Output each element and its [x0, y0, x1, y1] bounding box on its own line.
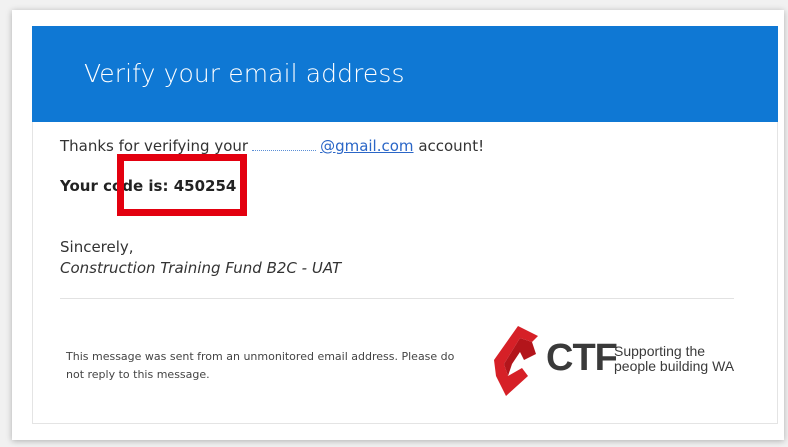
footer-note: This message was sent from an unmonitore…: [66, 350, 455, 381]
ctf-tagline-line1: Supporting the: [614, 343, 706, 359]
greeting-line: Thanks for verifying your @gmail.com acco…: [60, 137, 484, 155]
footer-divider: [60, 298, 734, 299]
email-link[interactable]: @gmail.com: [320, 137, 413, 155]
ctf-tagline-line2: people building WA: [614, 358, 735, 374]
sender-name: Construction Training Fund B2C - UAT: [60, 259, 342, 277]
redacted-username: [252, 149, 317, 151]
ctf-logo-wordmark: CTF: [546, 337, 618, 379]
greeting-prefix: Thanks for verifying your: [60, 137, 249, 155]
sign-off: Sincerely,: [60, 238, 134, 256]
code-highlight-box: [117, 154, 247, 216]
ctf-logo: CTF Supporting the people building WA: [492, 324, 752, 398]
screenshot-page: Verify your email address Thanks for ver…: [0, 0, 788, 447]
ctf-logo-tagline: Supporting the people building WA: [614, 344, 734, 374]
ctf-logo-mark-icon: [494, 326, 538, 396]
greeting-suffix: account!: [418, 137, 485, 155]
email-title: Verify your email address: [84, 59, 405, 88]
email-header: Verify your email address: [32, 26, 778, 122]
